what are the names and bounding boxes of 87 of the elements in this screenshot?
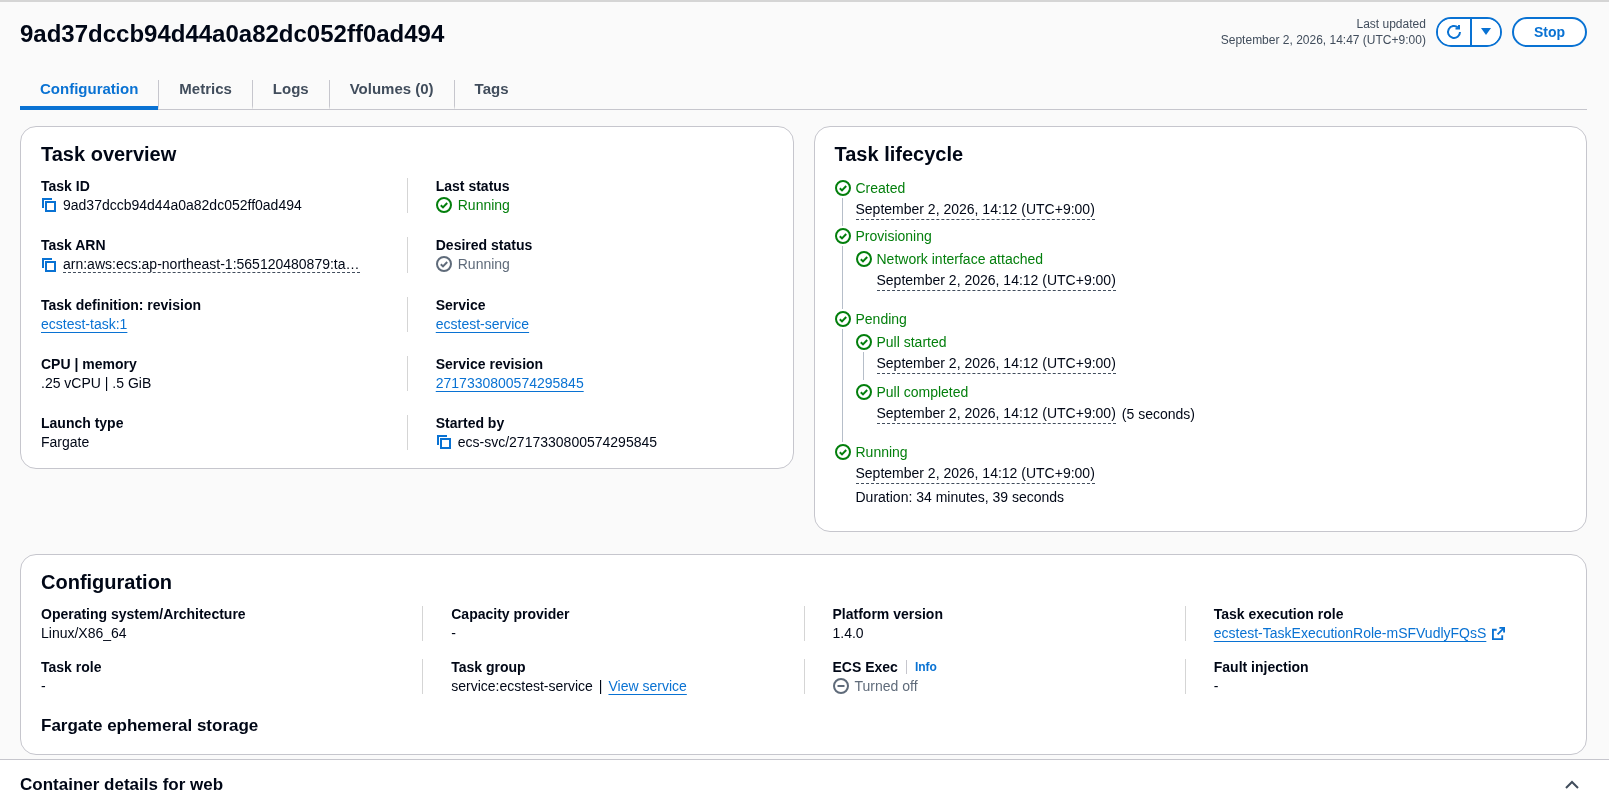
event-label: Pull started (876, 333, 947, 352)
field-label: Fault injection (1213, 659, 1309, 675)
event-time: September 2, 2026, 14:12 (UTC+9:00) (855, 199, 1095, 220)
field-link[interactable]: ecstest-TaskExecutionRole-mSFVudlyFQsS (1213, 625, 1487, 641)
chevron-up-icon (1565, 780, 1579, 790)
last-updated-label: Last updated (1356, 16, 1426, 32)
event-label: Provisioning (855, 227, 932, 246)
check-circle-icon (435, 197, 452, 213)
refresh-icon (1445, 24, 1462, 40)
view-service-link[interactable]: View service (608, 678, 687, 694)
field-value: - (1213, 678, 1220, 694)
event-time: September 2, 2026, 14:12 (UTC+9:00) (876, 353, 1116, 374)
field-value: 9ad37dccb94d44a0a82dc052ff0ad494 (63, 197, 302, 213)
field-value: Fargate (41, 434, 91, 450)
tab[interactable]: Logs (251, 70, 329, 109)
caret-down-icon (1479, 27, 1492, 37)
field-link[interactable]: 2717330800574295845 (435, 375, 584, 391)
external-link-icon[interactable] (1492, 626, 1506, 640)
event-label: Pending (855, 310, 907, 329)
field-value: .25 vCPU | .5 GiB (41, 375, 153, 391)
copy-button[interactable] (41, 256, 57, 273)
field-label: ECS Exec (832, 659, 898, 675)
field-label: Started by (435, 415, 506, 431)
card-title: Task overview (41, 143, 178, 166)
field-value: Linux/X86_64 (41, 625, 128, 641)
field-value: - (451, 625, 457, 641)
field-label: Operating system/Architecture (41, 606, 246, 622)
collapse-button[interactable] (1565, 780, 1579, 790)
dropdown-button[interactable] (1469, 19, 1500, 45)
field-link[interactable]: ecstest-task:1 (41, 316, 128, 332)
field-label: Platform version (832, 606, 943, 622)
field-label: Task role (41, 659, 102, 675)
field-label: Task execution role (1213, 606, 1344, 622)
field-value: ecs-svc/2717330800574295845 (457, 434, 658, 450)
status-text: Running (457, 256, 510, 272)
field-label: Task definition: revision (41, 297, 202, 313)
field-label: Service revision (435, 356, 545, 372)
status-text: Running (457, 197, 510, 213)
field-label: Service (435, 297, 487, 313)
event-label: Pull completed (876, 383, 969, 402)
field-label: Capacity provider (451, 606, 570, 622)
info-link[interactable]: Info (905, 660, 937, 674)
tab[interactable]: Configuration (20, 70, 159, 109)
copy-button[interactable] (435, 434, 452, 450)
check-circle-icon (834, 228, 851, 244)
separator: | (598, 678, 603, 694)
event-time: September 2, 2026, 14:12 (UTC+9:00) (855, 463, 1095, 484)
page-title: 9ad37dccb94d44a0a82dc052ff0ad494 (20, 20, 445, 48)
panel-title: Container details for web (20, 775, 224, 795)
check-circle-icon (834, 311, 851, 327)
check-circle-icon (855, 334, 872, 350)
event-label: Created (855, 179, 906, 198)
field-label: CPU | memory (41, 356, 138, 372)
field-label: Launch type (41, 415, 125, 431)
field-value: service:ecstest-service (451, 678, 593, 694)
event-label: Network interface attached (876, 250, 1044, 269)
minus-circle-icon (832, 678, 849, 694)
tab[interactable]: Volumes (0) (328, 70, 454, 109)
check-circle-icon (834, 180, 851, 196)
card-title: Task lifecycle (834, 143, 965, 166)
section-heading: Fargate ephemeral storage (41, 716, 260, 736)
field-value: - (41, 678, 47, 694)
event-duration: Duration: 34 minutes, 39 seconds (855, 488, 1066, 507)
check-circle-icon (855, 384, 872, 400)
field-value: arn:aws:ecs:ap-northeast-1:565120480879:ta… (63, 256, 360, 273)
field-label: Task ARN (41, 237, 107, 253)
field-label: Task group (451, 659, 526, 675)
card-title: Configuration (41, 571, 174, 594)
field-label: Task ID (41, 178, 91, 194)
check-circle-icon (855, 251, 872, 267)
field-link[interactable]: ecstest-service (435, 316, 530, 332)
copy-button[interactable] (41, 197, 57, 213)
field-label: Last status (435, 178, 511, 194)
status-text: Turned off (854, 678, 918, 694)
stop-button[interactable]: Stop (1511, 17, 1587, 47)
check-circle-icon (435, 256, 452, 272)
event-time: September 2, 2026, 14:12 (UTC+9:00) (876, 403, 1116, 424)
refresh-button[interactable] (1437, 19, 1470, 45)
event-label: Running (855, 443, 908, 462)
tab[interactable]: Tags (453, 70, 529, 109)
last-updated-time: September 2, 2026, 14:47 (UTC+9:00) (1220, 32, 1426, 48)
field-label: Desired status (435, 237, 534, 253)
event-duration: (5 seconds) (1121, 404, 1195, 424)
event-time: September 2, 2026, 14:12 (UTC+9:00) (876, 270, 1116, 291)
field-value: 1.4.0 (832, 625, 865, 641)
check-circle-icon (834, 444, 851, 460)
tab[interactable]: Metrics (158, 70, 252, 109)
